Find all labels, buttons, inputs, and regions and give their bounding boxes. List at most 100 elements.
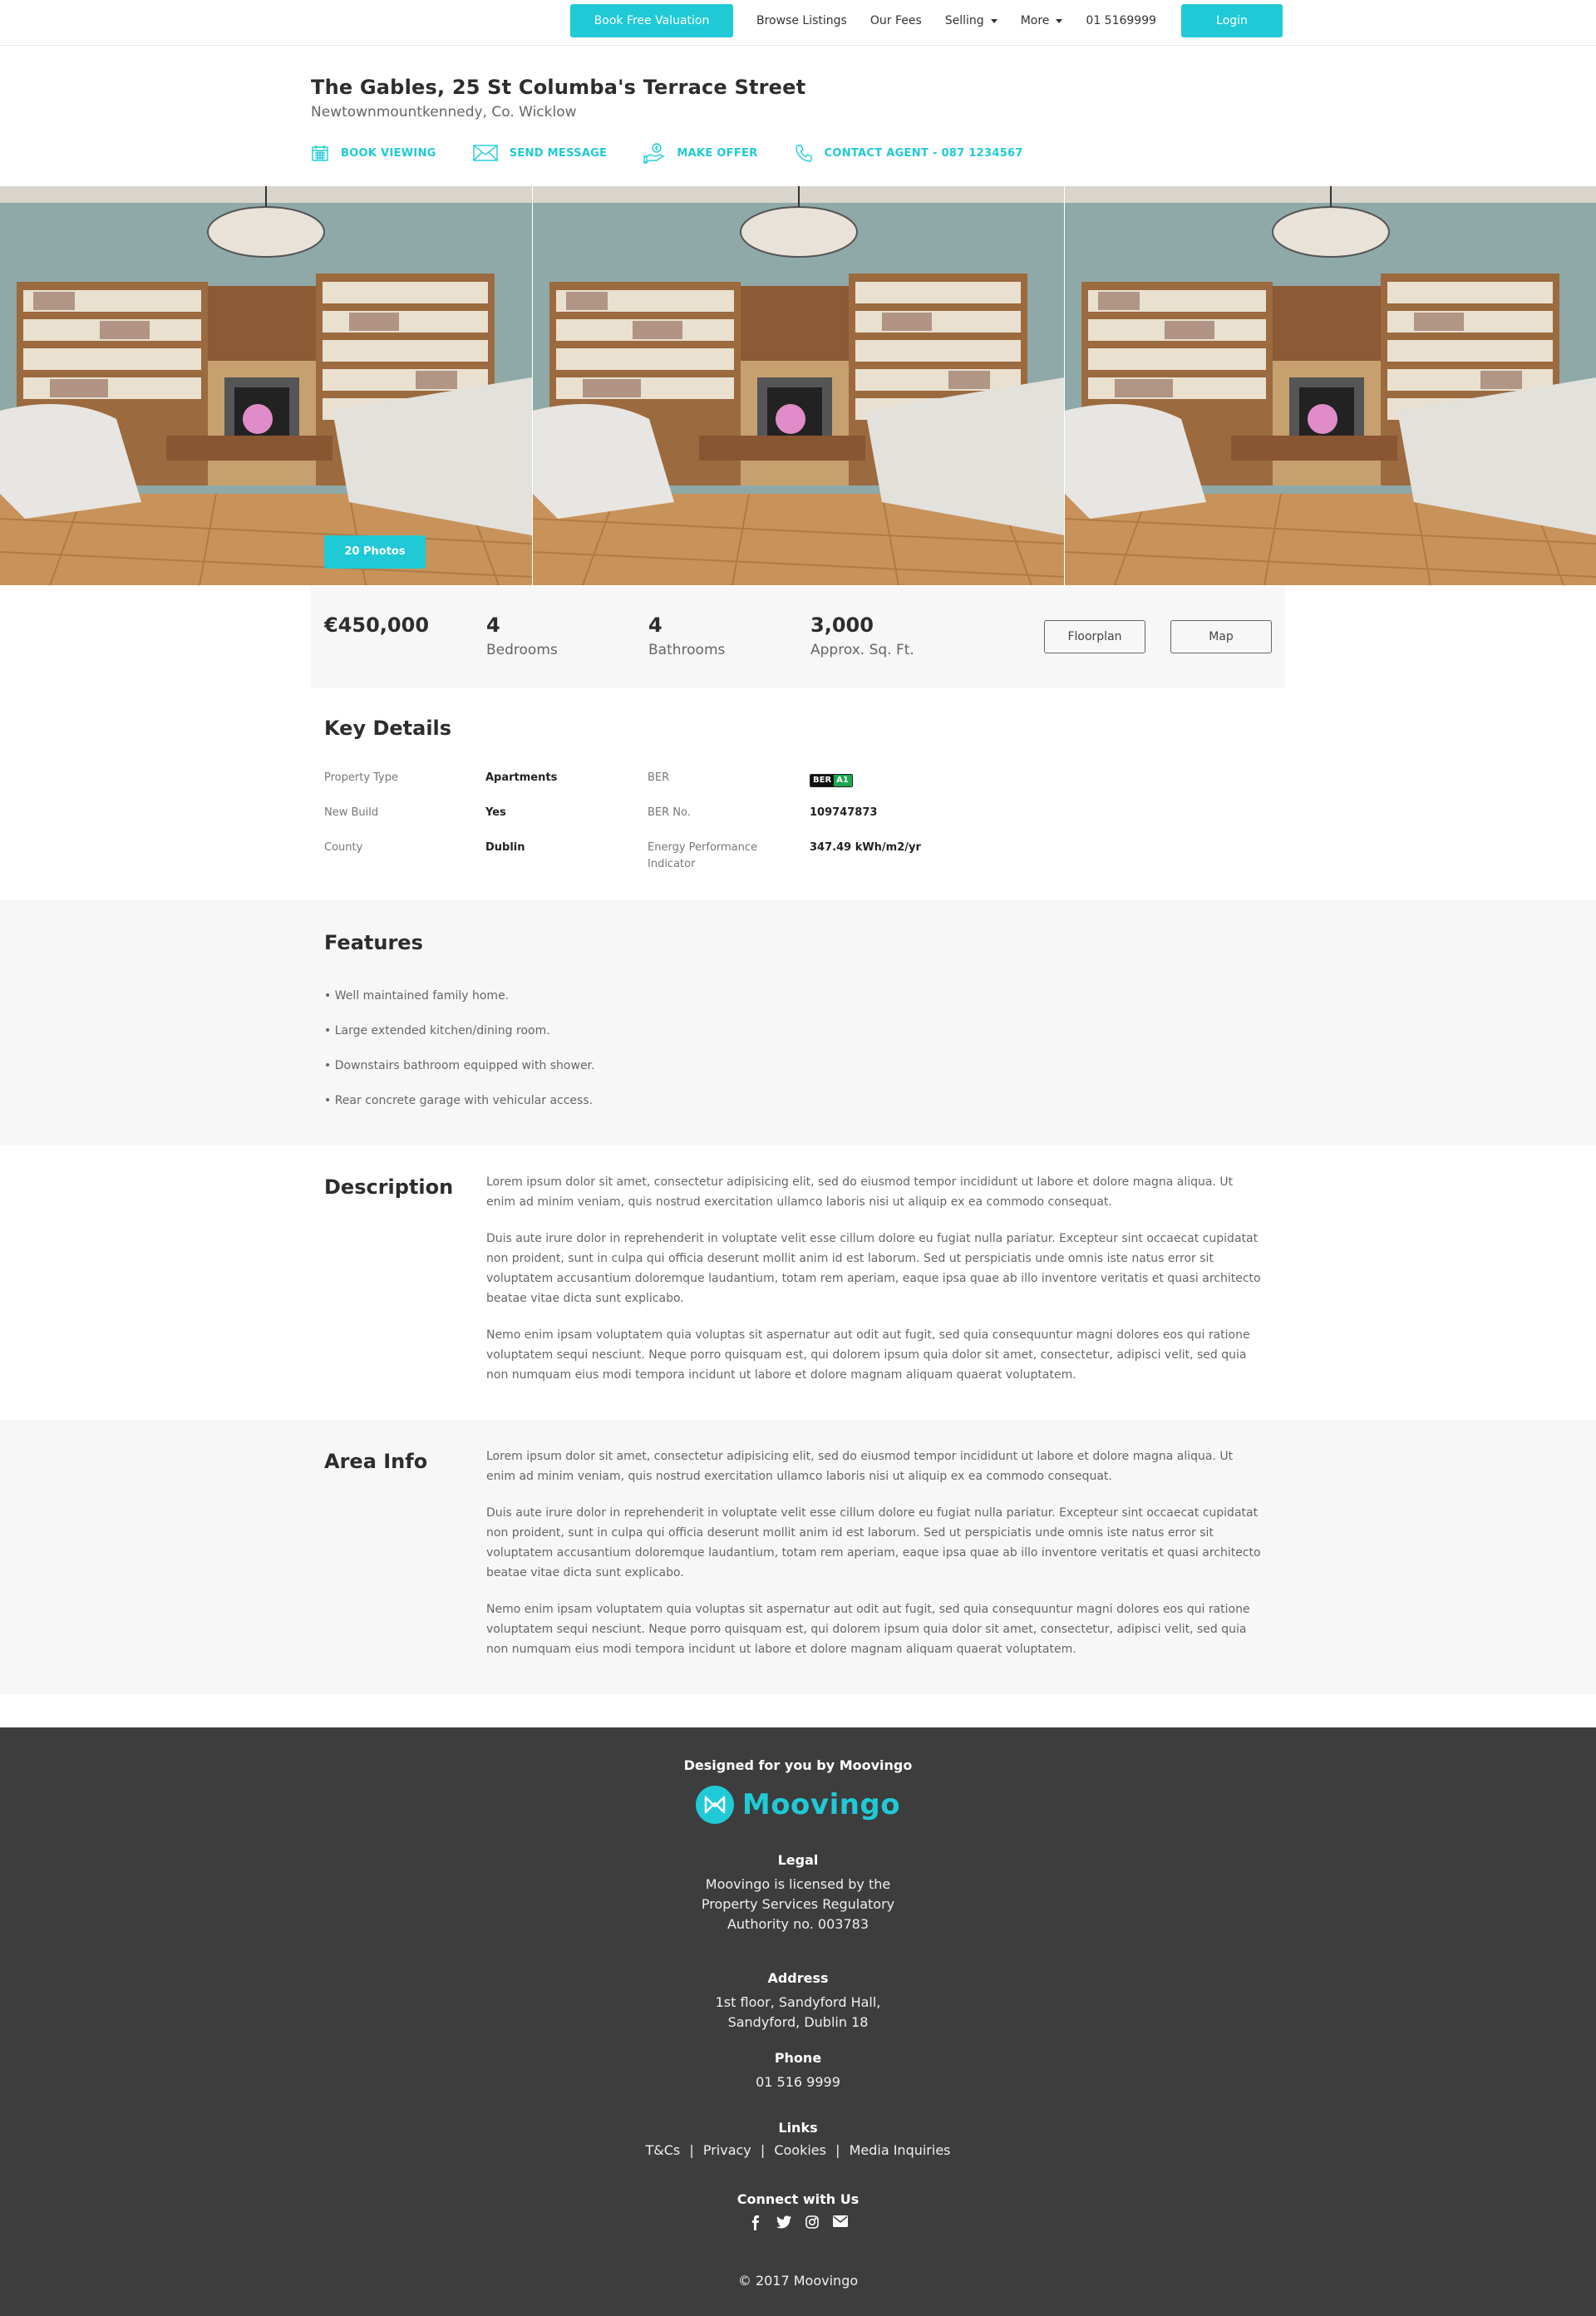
footer-copyright: © 2017 Moovingo <box>737 2273 859 2289</box>
book-viewing-label: BOOK VIEWING <box>341 146 436 160</box>
ber-rating-badge: BER A1 <box>810 771 853 788</box>
features-list: • Well maintained family home. • Large e… <box>324 988 594 1127</box>
footer-link-separator: | <box>689 2142 694 2158</box>
footer-link-tcs[interactable]: T&Cs <box>645 2142 680 2158</box>
calendar-icon <box>312 145 328 161</box>
bedrooms-stat: 4 Bedrooms <box>486 613 558 658</box>
description-paragraph: Lorem ipsum dolor sit amet, consectetur … <box>486 1175 1234 1209</box>
ber-label: BER <box>648 771 670 784</box>
list-item: • Large extended kitchen/dining room. <box>324 1024 550 1037</box>
epi-label: Energy Performance Indicator <box>648 841 758 870</box>
footer-link-privacy[interactable]: Privacy <box>703 2142 751 2158</box>
footer-legal: Legal Moovingo is licensed by the Proper… <box>0 1852 1596 1934</box>
property-stats-bar: €450,000 4 Bedrooms 4 Bathrooms 3,000 Ap… <box>311 587 1285 688</box>
bathrooms-stat: 4 Bathrooms <box>648 613 725 658</box>
footer-link-separator: | <box>835 2142 840 2158</box>
email-icon[interactable] <box>826 2215 855 2230</box>
area-label: Approx. Sq. Ft. <box>810 642 914 658</box>
nav-selling-dropdown[interactable]: Selling <box>945 14 998 27</box>
list-item: • Well maintained family home. <box>324 989 510 1003</box>
chevron-down-icon <box>1056 18 1063 23</box>
site-footer: Designed for you by Moovingo Moovingo Le… <box>0 1727 1596 2316</box>
area-info-title: Area Info <box>324 1450 428 1473</box>
footer-connect-title: Connect with Us <box>736 2191 860 2207</box>
book-free-valuation-button[interactable]: Book Free Valuation <box>570 4 733 37</box>
send-message-label: SEND MESSAGE <box>509 146 608 160</box>
key-details-title: Key Details <box>324 717 452 740</box>
floorplan-button[interactable]: Floorplan <box>1044 620 1145 653</box>
footer-phone-number[interactable]: 01 516 9999 <box>0 2072 1596 2092</box>
bathrooms-label: Bathrooms <box>648 642 726 658</box>
footer-address: Address 1st floor, Sandyford Hall, Sandy… <box>0 1970 1596 2033</box>
gallery-photo[interactable]: 20 Photos <box>0 186 532 585</box>
property-type-value: Apartments <box>485 771 558 784</box>
description-title: Description <box>324 1175 454 1199</box>
facebook-icon[interactable] <box>741 2215 770 2230</box>
contact-agent-button[interactable]: CONTACT AGENT - 087 1234567 <box>795 144 1023 162</box>
nav-our-fees[interactable]: Our Fees <box>870 14 922 27</box>
footer-logo-word: Moovingo <box>741 1788 901 1821</box>
area-info-paragraph: Duis aute irure dolor in reprehenderit i… <box>486 1506 1261 1579</box>
footer-legal-line: Moovingo is licensed by the <box>705 1876 891 1892</box>
nav-browse-listings[interactable]: Browse Listings <box>756 14 847 27</box>
area-info-paragraph: Nemo enim ipsam voluptatem quia voluptas… <box>486 1603 1250 1656</box>
bedrooms-value: 4 <box>486 613 500 637</box>
footer-designed-by: Designed for you by Moovingo <box>683 1757 913 1773</box>
living-room-photo <box>1065 186 1596 585</box>
county-value: Dublin <box>485 841 525 854</box>
footer-link-media[interactable]: Media Inquiries <box>850 2142 951 2158</box>
property-location: Newtownmountkennedy, Co. Wicklow <box>311 104 577 121</box>
phone-icon <box>795 145 812 162</box>
description-section: Description Lorem ipsum dolor sit amet, … <box>0 1146 1596 1420</box>
living-room-photo <box>533 186 1064 585</box>
county-label: County <box>324 841 363 854</box>
footer-legal-title: Legal <box>777 1852 819 1868</box>
footer-connect: Connect with Us <box>0 2191 1596 2230</box>
key-details-grid: Property Type Apartments BER BER A1 New B… <box>324 770 1272 894</box>
area-stat: 3,000 Approx. Sq. Ft. <box>810 613 914 658</box>
make-offer-label: MAKE OFFER <box>677 146 758 160</box>
ber-no-label: BER No. <box>648 806 691 819</box>
gallery-photo[interactable] <box>1064 186 1596 585</box>
twitter-icon[interactable] <box>770 2215 798 2230</box>
hand-offer-icon: € <box>643 143 665 164</box>
nav-more-dropdown[interactable]: More <box>1021 14 1063 27</box>
key-details-section: Key Details Property Type Apartments BER… <box>324 717 1272 894</box>
new-build-value: Yes <box>485 806 506 819</box>
footer-social-icons <box>0 2215 1596 2230</box>
footer-address-title: Address <box>767 1970 829 1986</box>
description-body: Lorem ipsum dolor sit amet, consectetur … <box>486 1172 1264 1402</box>
top-navbar: Book Free Valuation Browse Listings Our … <box>0 0 1596 46</box>
footer-phone-title: Phone <box>774 2050 822 2066</box>
svg-text:€: € <box>654 145 659 152</box>
photos-count-button[interactable]: 20 Photos <box>324 535 426 569</box>
footer-link-cookies[interactable]: Cookies <box>774 2142 826 2158</box>
make-offer-button[interactable]: € MAKE OFFER <box>643 142 757 164</box>
area-info-paragraph: Lorem ipsum dolor sit amet, consectetur … <box>486 1450 1234 1483</box>
footer-address-line: 1st floor, Sandyford Hall, <box>715 1994 881 2010</box>
price-value: €450,000 <box>324 613 430 637</box>
send-message-button[interactable]: SEND MESSAGE <box>473 144 608 162</box>
description-paragraph: Duis aute irure dolor in reprehenderit i… <box>486 1232 1261 1305</box>
moovingo-logo-icon <box>695 1786 734 1824</box>
bedrooms-label: Bedrooms <box>486 642 558 658</box>
footer-phone: Phone 01 516 9999 <box>0 2050 1596 2092</box>
map-button[interactable]: Map <box>1170 620 1272 653</box>
login-button[interactable]: Login <box>1181 4 1283 37</box>
footer-logo[interactable]: Moovingo <box>0 1786 1596 1824</box>
nav-phone-link[interactable]: 01 5169999 <box>1086 14 1156 27</box>
epi-value: 347.49 kWh/m2/yr <box>810 841 921 854</box>
list-item: • Downstairs bathroom equipped with show… <box>324 1059 595 1072</box>
ber-badge-left: BER <box>810 775 835 786</box>
bathrooms-value: 4 <box>648 613 663 637</box>
area-value: 3,000 <box>810 613 874 637</box>
price-stat: €450,000 <box>324 613 429 637</box>
ber-no-value: 109747873 <box>810 806 878 819</box>
features-section: Features • Well maintained family home. … <box>0 899 1596 1146</box>
photo-gallery[interactable]: 20 Photos <box>0 186 1596 585</box>
gallery-photo[interactable] <box>532 186 1064 585</box>
area-info-section: Area Info Lorem ipsum dolor sit amet, co… <box>0 1420 1596 1694</box>
book-viewing-button[interactable]: BOOK VIEWING <box>311 144 436 162</box>
property-header: The Gables, 25 St Columba's Terrace Stre… <box>311 46 1285 185</box>
instagram-icon[interactable] <box>798 2215 826 2230</box>
